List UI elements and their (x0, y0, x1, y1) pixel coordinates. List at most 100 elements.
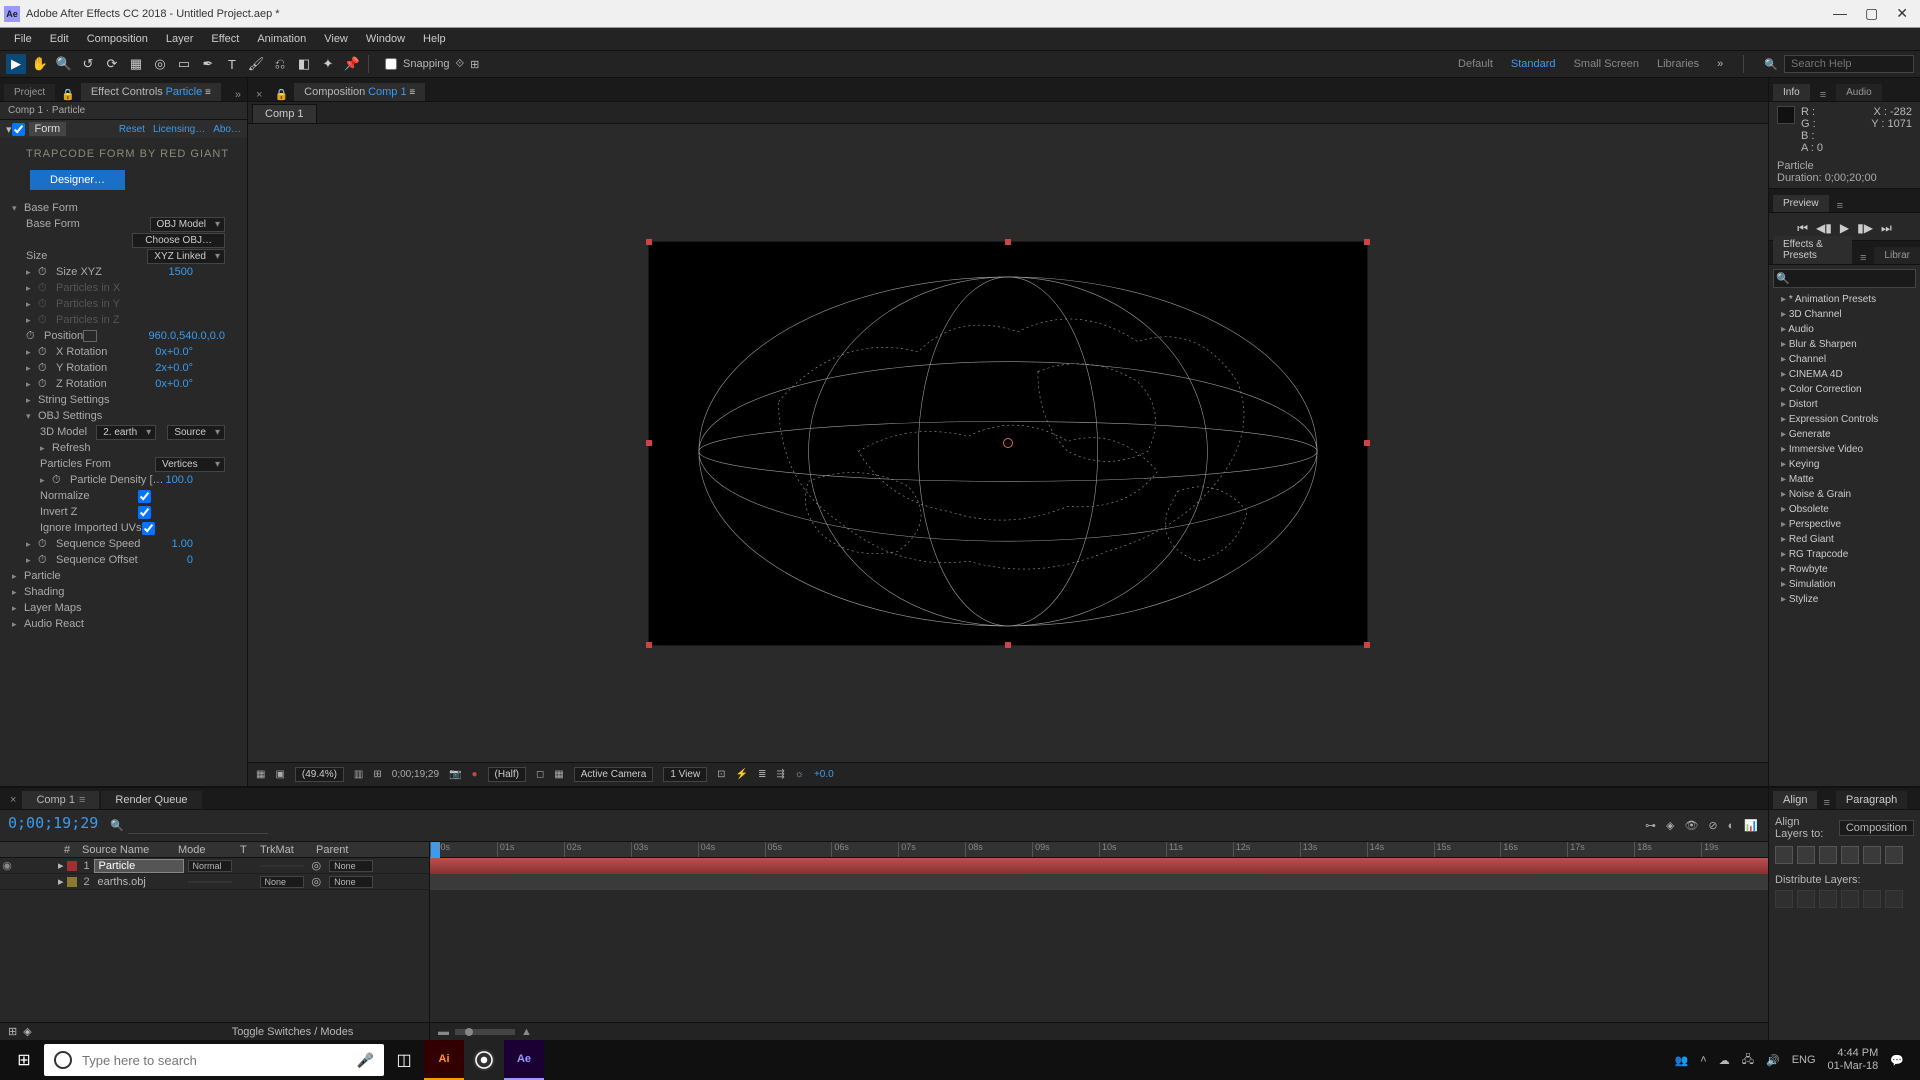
layer-color-swatch[interactable] (67, 877, 77, 887)
menu-file[interactable]: File (6, 31, 40, 47)
stopwatch-icon[interactable]: ⏱ (38, 346, 52, 358)
x-rotation-value[interactable]: 0x+0.0° (155, 346, 193, 358)
workspace-small-screen[interactable]: Small Screen (1574, 58, 1639, 70)
group-layer-maps[interactable]: Layer Maps (24, 602, 81, 614)
align-right-button[interactable] (1819, 846, 1837, 864)
stopwatch-icon[interactable]: ⏱ (38, 538, 52, 550)
twirl-icon[interactable]: ▸ (12, 619, 24, 630)
network-icon[interactable]: 🖧 (1742, 1051, 1754, 1070)
workspace-default[interactable]: Default (1458, 58, 1493, 70)
bbox-handle[interactable] (646, 239, 652, 245)
designer-button[interactable]: Designer… (30, 170, 125, 190)
about-link[interactable]: Abo… (213, 124, 241, 135)
layer-row[interactable]: ▸ 2 earths.obj None ◎ None (0, 874, 429, 890)
align-hcenter-button[interactable] (1797, 846, 1815, 864)
lock-icon[interactable]: 🔒 (274, 88, 288, 101)
menu-window[interactable]: Window (358, 31, 413, 47)
col-trkmat[interactable]: TrkMat (256, 844, 312, 856)
stopwatch-icon[interactable]: ⏱ (38, 378, 52, 390)
language-icon[interactable]: ENG (1792, 1054, 1816, 1066)
start-button[interactable]: ⊞ (4, 1040, 44, 1080)
effects-category-item[interactable]: RG Trapcode (1769, 547, 1920, 562)
effects-category-item[interactable]: Matte (1769, 472, 1920, 487)
twirl-icon[interactable]: ▸ (12, 603, 24, 614)
effects-category-item[interactable]: Generate (1769, 427, 1920, 442)
alpha-toggle-icon[interactable]: ▦ (256, 769, 265, 780)
view-dropdown[interactable]: 1 View (663, 767, 707, 782)
notifications-icon[interactable]: 💬 (1890, 1054, 1904, 1067)
tab-comp1[interactable]: Comp 1≡ (22, 791, 99, 809)
timeline-icon[interactable]: ≣ (758, 769, 766, 780)
twirl-icon[interactable]: ▸ (26, 267, 38, 278)
draft-3d-icon[interactable]: ◈ (1666, 819, 1674, 832)
timeline-tracks[interactable]: :00s01s02s03s04s05s06s07s08s09s10s11s12s… (430, 842, 1768, 1040)
workspace-libraries[interactable]: Libraries (1657, 58, 1699, 70)
group-shading[interactable]: Shading (24, 586, 64, 598)
hand-tool[interactable]: ✋ (30, 54, 50, 74)
stopwatch-icon[interactable]: ⏱ (52, 474, 66, 486)
effects-category-item[interactable]: Audio (1769, 322, 1920, 337)
bbox-handle[interactable] (1364, 440, 1370, 446)
effects-category-item[interactable]: Simulation (1769, 577, 1920, 592)
microphone-icon[interactable]: 🎤 (357, 1052, 374, 1069)
licensing-link[interactable]: Licensing… (153, 124, 205, 135)
twirl-icon[interactable]: ▸ (40, 475, 52, 486)
twirl-icon[interactable]: ▸ (26, 379, 38, 390)
panel-menu-icon[interactable]: ≡ (1820, 89, 1826, 101)
layer-name[interactable]: earths.obj (94, 876, 184, 888)
menu-help[interactable]: Help (415, 31, 454, 47)
menu-animation[interactable]: Animation (249, 31, 314, 47)
effects-category-item[interactable]: Channel (1769, 352, 1920, 367)
fx-enable-checkbox[interactable] (12, 123, 25, 136)
3d-model-source-dropdown[interactable]: Source (167, 425, 225, 440)
effects-category-item[interactable]: Red Giant (1769, 532, 1920, 547)
trkmat-dropdown[interactable]: None (260, 876, 304, 888)
type-tool[interactable]: T (222, 54, 242, 74)
first-frame-button[interactable]: ⏮ (1797, 221, 1808, 236)
transparency-icon[interactable]: ▦ (554, 769, 563, 780)
effects-category-item[interactable]: 3D Channel (1769, 307, 1920, 322)
motion-blur-icon[interactable]: ◐ (1728, 820, 1735, 832)
panel-menu-icon[interactable]: ≡ (1837, 200, 1843, 212)
snap-option-icon[interactable]: ⟐ (456, 58, 465, 71)
pixel-aspect-icon[interactable]: ⊡ (717, 769, 725, 780)
sequence-offset-value[interactable]: 0 (187, 554, 193, 566)
next-frame-button[interactable]: ▮▶ (1857, 221, 1873, 236)
volume-icon[interactable]: 🔊 (1766, 1054, 1780, 1067)
exposure-reset-icon[interactable]: ☼ (795, 769, 804, 780)
visibility-icon[interactable]: ◉ (0, 859, 14, 872)
panel-overflow-icon[interactable]: » (235, 89, 241, 101)
safe-zones-icon[interactable]: ⊞ (373, 769, 381, 780)
bbox-handle[interactable] (646, 642, 652, 648)
twirl-icon[interactable]: ▸ (58, 859, 64, 872)
prop-string-settings[interactable]: String Settings (38, 394, 110, 406)
tray-overflow-icon[interactable]: ˄ (1700, 1054, 1706, 1066)
pan-behind-tool[interactable]: ◎ (150, 54, 170, 74)
size-dropdown[interactable]: XYZ Linked (147, 249, 225, 264)
bbox-handle[interactable] (1364, 239, 1370, 245)
twirl-icon[interactable]: ▸ (58, 875, 64, 888)
layer-color-swatch[interactable] (67, 861, 77, 871)
bbox-handle[interactable] (1005, 642, 1011, 648)
twirl-icon[interactable]: ▾ (26, 411, 38, 422)
tab-effect-controls[interactable]: Effect Controls Particle ≡ (81, 83, 221, 101)
col-parent[interactable]: Parent (312, 844, 352, 856)
channel-toggle-icon[interactable]: ▣ (275, 769, 284, 780)
layer-row[interactable]: ◉ ▸ 1 Particle Normal ◎ None (0, 858, 429, 874)
layer-name-input[interactable]: Particle (94, 859, 184, 873)
play-button[interactable]: ▶ (1840, 221, 1849, 236)
taskbar-app-obs[interactable] (464, 1040, 504, 1080)
stopwatch-icon[interactable]: ⏱ (38, 554, 52, 566)
group-particle[interactable]: Particle (24, 570, 61, 582)
roi-icon[interactable]: ◻ (536, 769, 544, 780)
bbox-handle[interactable] (1005, 239, 1011, 245)
group-audio-react[interactable]: Audio React (24, 618, 84, 630)
effects-category-item[interactable]: Expression Controls (1769, 412, 1920, 427)
tab-project[interactable]: Project (4, 84, 55, 101)
tab-align[interactable]: Align (1773, 791, 1817, 809)
twirl-icon[interactable]: ▸ (26, 363, 38, 374)
taskbar-app-aftereffects[interactable]: Ae (504, 1040, 544, 1080)
zoom-dropdown[interactable]: (49.4%) (295, 767, 344, 782)
col-source-name[interactable]: Source Name (78, 844, 174, 856)
zoom-slider-handle[interactable] (465, 1028, 473, 1036)
